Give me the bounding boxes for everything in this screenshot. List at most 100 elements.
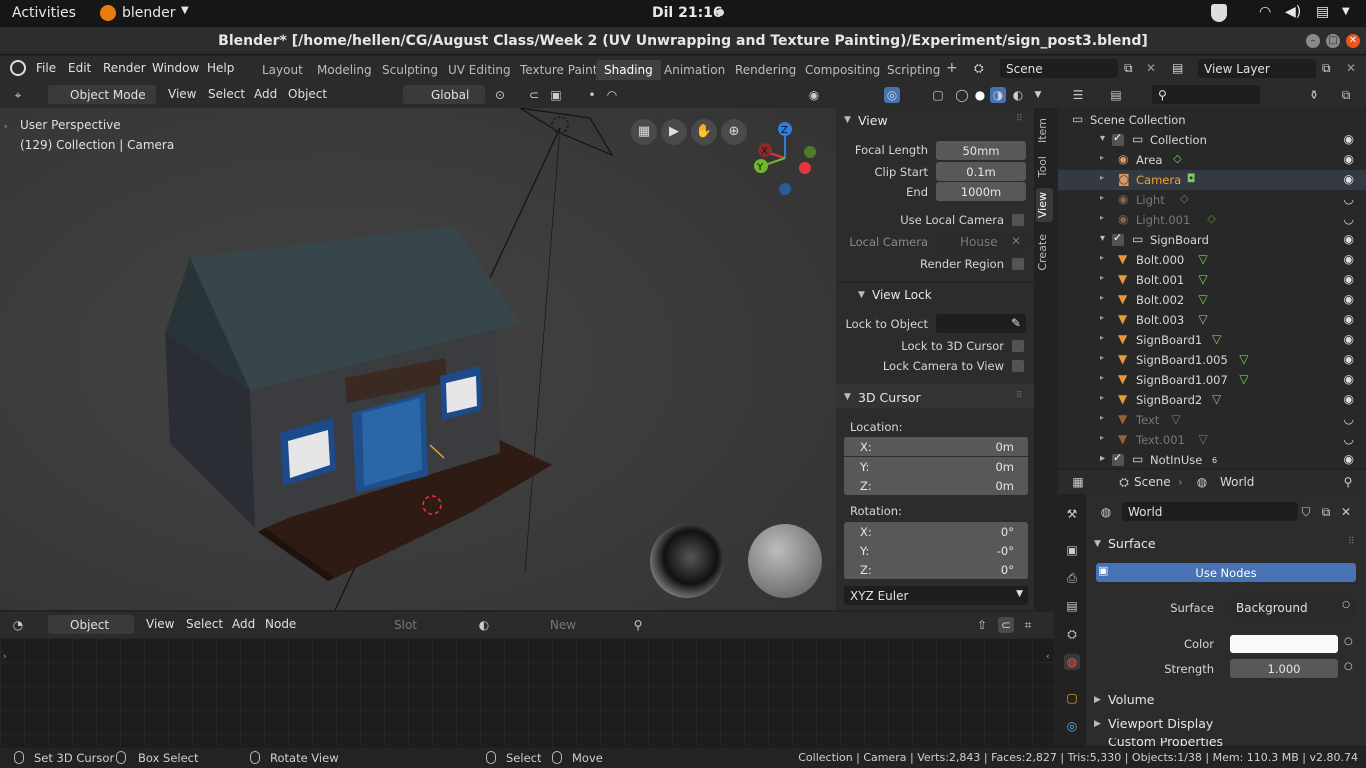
delete-view-layer-icon[interactable]: ✕ xyxy=(1346,61,1356,75)
light-data-icon[interactable]: ◇ xyxy=(1180,192,1188,205)
new-view-layer-icon[interactable]: ⧉ xyxy=(1322,61,1331,76)
duplicate-world-icon[interactable]: ⧉ xyxy=(1318,504,1334,520)
shield-icon[interactable] xyxy=(1211,4,1227,22)
visibility-eye-icon[interactable]: ◡ xyxy=(1344,432,1354,446)
eyedropper-icon[interactable]: ✎ xyxy=(1011,316,1021,330)
expand-toggle-icon[interactable]: ▸ xyxy=(1100,373,1104,382)
tab-sculpting[interactable]: Sculpting xyxy=(374,60,446,80)
lock-to-3d-cursor-checkbox[interactable] xyxy=(1012,340,1024,352)
viewport-menu-object[interactable]: Object xyxy=(288,87,327,101)
outliner-row-signboard1-005[interactable]: ▸ ▼ SignBoard1.005 ▽ ◉ xyxy=(1058,350,1366,370)
surface-panel-title[interactable]: Surface xyxy=(1108,536,1156,551)
maximize-icon[interactable]: □ xyxy=(1326,34,1340,48)
slot-dropdown[interactable]: Slot xyxy=(388,615,466,634)
viewport-menu-view[interactable]: View xyxy=(168,87,196,101)
visibility-eye-icon[interactable]: ◉ xyxy=(1344,292,1354,306)
display-mode-icon[interactable]: ▤ xyxy=(1108,87,1124,103)
view-lock-collapse-icon[interactable]: ▼ xyxy=(858,290,865,300)
clear-local-camera-icon[interactable]: ✕ xyxy=(1011,234,1021,248)
use-local-camera-checkbox[interactable] xyxy=(1012,214,1024,226)
expand-toggle-icon[interactable]: ▸ xyxy=(1100,433,1104,442)
lock-camera-to-view-checkbox[interactable] xyxy=(1012,360,1024,372)
tool-tab-icon[interactable]: ⚒ xyxy=(1064,506,1080,522)
close-icon[interactable]: ✕ xyxy=(1346,34,1360,48)
light-data-icon[interactable]: ◇ xyxy=(1207,212,1215,225)
volume-expand-icon[interactable]: ▶ xyxy=(1094,695,1101,705)
expand-toggle-icon[interactable]: ▸ xyxy=(1100,153,1104,162)
render-region-checkbox[interactable] xyxy=(1012,258,1024,270)
tab-layout[interactable]: Layout xyxy=(254,60,311,80)
outliner-row-text-001[interactable]: ▸ ▼ Text.001 ▽ ◡ xyxy=(1058,430,1366,450)
panel-drag-icon[interactable]: ⠿ xyxy=(1016,391,1023,401)
outliner-row-bolt-002[interactable]: ▸ ▼ Bolt.002 ▽ ◉ xyxy=(1058,290,1366,310)
expand-toggle-icon[interactable]: ▸ xyxy=(1100,253,1104,262)
object-data-tab-icon[interactable]: ◎ xyxy=(1064,718,1080,734)
outliner-row-signboard2[interactable]: ▸ ▼ SignBoard2 ▽ ◉ xyxy=(1058,390,1366,410)
world-name-field[interactable]: World xyxy=(1122,502,1298,521)
cursor-rotation-y[interactable]: Y: -0° xyxy=(844,541,1028,560)
expand-toggle-icon[interactable]: ▸ xyxy=(1100,353,1104,362)
strength-field[interactable]: 1.000 xyxy=(1230,659,1338,678)
cursor-location-x[interactable]: X: 0m xyxy=(844,437,1028,456)
new-scene-icon[interactable]: ⧉ xyxy=(1124,61,1133,76)
view-layer-tab-icon[interactable]: ▤ xyxy=(1064,598,1080,614)
tab-modeling[interactable]: Modeling xyxy=(309,60,380,80)
shading-options-icon[interactable]: ▼ xyxy=(1030,87,1046,103)
outliner-row-collection[interactable]: ▾ ▭ Collection ◉ xyxy=(1058,130,1366,150)
tab-rendering[interactable]: Rendering xyxy=(727,60,804,80)
app-menu[interactable]: blender xyxy=(122,5,176,21)
outliner-search-input[interactable]: ⚲ xyxy=(1152,85,1260,104)
outliner-row-text[interactable]: ▸ ▼ Text ▽ ◡ xyxy=(1058,410,1366,430)
volume-icon[interactable]: ◀) xyxy=(1285,4,1301,20)
volume-panel-title[interactable]: Volume xyxy=(1108,692,1155,707)
color-swatch[interactable] xyxy=(1230,635,1338,653)
viewport-menu-add[interactable]: Add xyxy=(254,87,277,101)
view-layer-field[interactable]: View Layer xyxy=(1198,59,1316,78)
menu-window[interactable]: Window xyxy=(152,61,199,75)
mesh-data-icon[interactable]: ▽ xyxy=(1198,432,1207,446)
viewport-display-expand-icon[interactable]: ▶ xyxy=(1094,719,1101,729)
node-menu-view[interactable]: View xyxy=(146,617,174,631)
rotation-mode-dropdown[interactable]: XYZ Euler ▼ xyxy=(844,586,1028,605)
expand-toggle-icon[interactable]: ▸ xyxy=(1100,393,1104,402)
view-panel-title[interactable]: View xyxy=(858,113,888,128)
node-menu-select[interactable]: Select xyxy=(186,617,223,631)
zoom-icon[interactable]: ⊕ xyxy=(721,119,747,145)
expand-toggle-icon[interactable]: ▸ xyxy=(1100,293,1104,302)
view-layer-icon[interactable]: ▤ xyxy=(1172,61,1183,75)
xray-icon[interactable]: ▢ xyxy=(930,87,946,103)
outliner-row-light[interactable]: ▸ ◉ Light ◇ ◡ xyxy=(1058,190,1366,210)
tab-tool[interactable]: Tool xyxy=(1036,152,1053,181)
expand-toggle-icon[interactable]: ▾ xyxy=(1100,233,1105,244)
snap-target-icon[interactable]: ▣ xyxy=(548,87,564,103)
expand-toggle-icon[interactable]: ▸ xyxy=(1100,173,1104,182)
local-camera-field[interactable]: House ✕ xyxy=(936,232,1026,251)
breadcrumb-scene[interactable]: Scene xyxy=(1134,475,1171,489)
visibility-eye-icon[interactable]: ◉ xyxy=(1344,252,1354,266)
snap-icon[interactable]: ⊂ xyxy=(526,87,542,103)
breadcrumb-world[interactable]: World xyxy=(1220,475,1254,489)
mesh-data-icon[interactable]: ▽ xyxy=(1239,372,1248,386)
visibility-eye-icon[interactable]: ◉ xyxy=(1344,352,1354,366)
outliner-row-scene-collection[interactable]: ▭ Scene Collection xyxy=(1058,110,1366,130)
pivot-point-icon[interactable]: ⊙ xyxy=(492,87,508,103)
navigation-gizmo[interactable]: Z X Y xyxy=(752,120,822,200)
outliner-row-light-001[interactable]: ▸ ◉ Light.001 ◇ ◡ xyxy=(1058,210,1366,230)
outliner-row-signboard1[interactable]: ▸ ▼ SignBoard1 ▽ ◉ xyxy=(1058,330,1366,350)
cursor-rotation-x[interactable]: X: 0° xyxy=(844,522,1028,541)
cursor-location-y[interactable]: Y: 0m xyxy=(844,457,1028,476)
transform-orientation-dropdown[interactable]: Global xyxy=(403,85,485,104)
node-editor-canvas[interactable]: › ‹ xyxy=(0,638,1054,746)
visibility-eye-icon[interactable]: ◉ xyxy=(1344,152,1354,166)
pin-icon[interactable]: ⚲ xyxy=(630,617,646,633)
strength-socket-icon[interactable]: ○ xyxy=(1344,661,1353,672)
tab-texture-paint[interactable]: Texture Paint xyxy=(512,60,605,80)
activities-button[interactable]: Activities xyxy=(12,5,76,21)
new-material-button[interactable]: New xyxy=(504,615,622,634)
mesh-data-icon[interactable]: ▽ xyxy=(1198,292,1207,306)
visibility-eye-icon[interactable]: ◉ xyxy=(1344,392,1354,406)
node-sidebar-expand-icon[interactable]: ‹ xyxy=(1046,652,1050,662)
panel-drag-icon[interactable]: ⠿ xyxy=(1348,537,1355,547)
visibility-eye-icon[interactable]: ◉ xyxy=(1344,272,1354,286)
toolbar-expand-icon[interactable]: › xyxy=(4,122,8,132)
